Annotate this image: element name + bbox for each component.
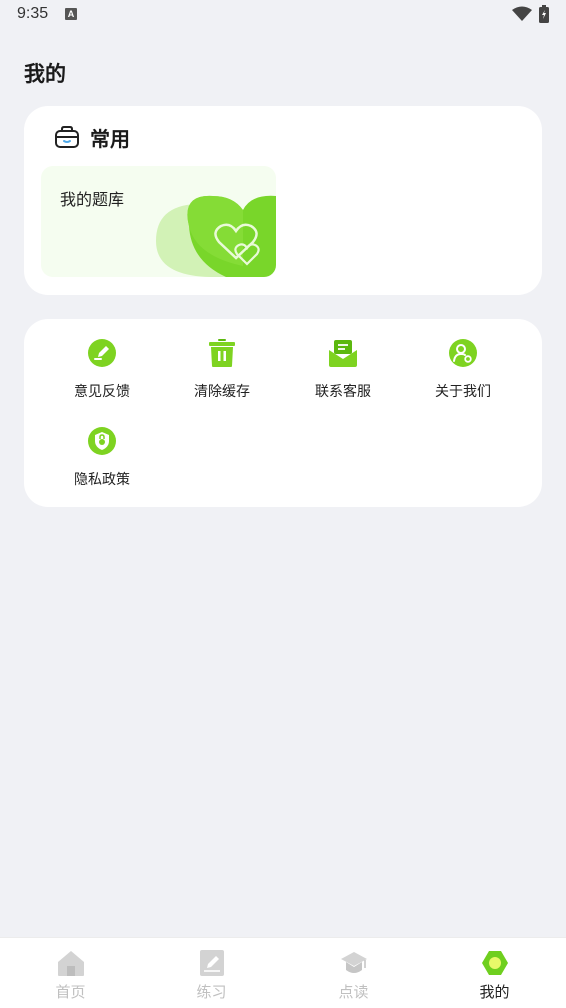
profile-hexagon-icon	[482, 951, 508, 975]
notification-badge-icon: A	[65, 8, 77, 20]
user-settings-icon	[449, 339, 477, 367]
feedback-pen-icon	[88, 339, 116, 367]
home-icon	[58, 951, 84, 976]
status-bar: 9:35 A	[0, 0, 566, 30]
tab-read-aloud-label: 点读	[338, 983, 369, 1001]
graduation-cap-icon	[341, 952, 367, 973]
my-question-bank-label: 我的题库	[60, 190, 125, 209]
common-title: 常用	[90, 126, 130, 151]
status-time: 9:35	[17, 5, 49, 22]
notebook-pen-icon	[200, 950, 224, 976]
battery-icon	[539, 5, 549, 23]
clear-cache-label: 清除缓存	[194, 384, 250, 400]
bottom-tab-bar: 首页 练习 点读 我的	[0, 937, 566, 1008]
mail-tray-icon	[329, 340, 357, 367]
common-card: 常用 我的题库	[24, 106, 542, 295]
tab-profile[interactable]: 我的	[424, 938, 565, 1008]
contact-support-button[interactable]: 联系客服	[282, 319, 402, 400]
privacy-policy-label: 隐私政策	[74, 472, 130, 488]
tools-card: 意见反馈 清除缓存 联系客服 关于我们 隐私政策	[24, 319, 542, 507]
page-title: 我的	[24, 62, 66, 86]
feedback-button[interactable]: 意见反馈	[41, 319, 161, 400]
contact-support-label: 联系客服	[315, 384, 371, 400]
tab-profile-label: 我的	[479, 983, 510, 1001]
privacy-policy-button[interactable]: 隐私政策	[41, 407, 161, 488]
common-header: 常用	[54, 122, 130, 152]
clear-cache-button[interactable]: 清除缓存	[161, 319, 281, 400]
about-us-button[interactable]: 关于我们	[402, 319, 522, 400]
tab-home[interactable]: 首页	[0, 938, 141, 1008]
tab-home-label: 首页	[55, 983, 86, 1001]
about-us-label: 关于我们	[435, 384, 491, 400]
my-question-bank-tile[interactable]: 我的题库	[41, 166, 276, 277]
hearts-icon	[156, 195, 276, 277]
privacy-lock-icon	[88, 427, 116, 455]
feedback-label: 意见反馈	[74, 384, 130, 400]
briefcase-icon	[55, 126, 79, 148]
profile-screen: 9:35 A 我的 常用 我的题库 意见反馈 清除缓存 联系客服 关于我们 隐私…	[0, 0, 566, 1008]
trash-icon	[209, 339, 235, 367]
wifi-icon	[512, 6, 532, 21]
tab-read-aloud[interactable]: 点读	[283, 938, 424, 1008]
tab-practice[interactable]: 练习	[141, 938, 282, 1008]
tab-practice-label: 练习	[196, 983, 227, 1001]
